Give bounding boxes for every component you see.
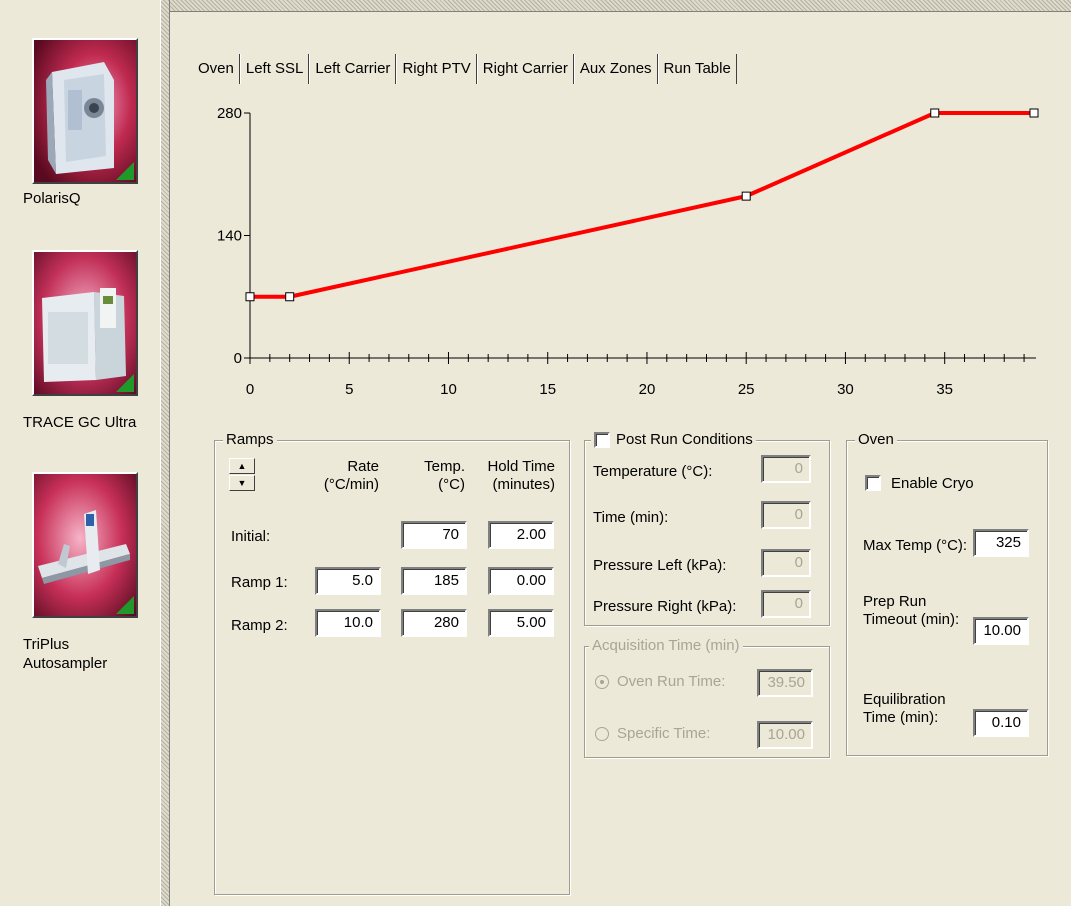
post-run-header: Post Run Conditions [591,430,756,450]
chart-series [245,108,1039,302]
acquisition-time-title: Acquisition Time (min) [589,636,743,656]
ramps-group: Ramps ▲ ▼ Rate (°C/min) Temp. (°C) Hold Ti… [214,430,570,895]
instrument-label-trace-gc-ultra: TRACE GC Ultra [23,414,137,431]
instrument-sidebar: PolarisQ TRACE GC Ultra TriPlus Autosamp… [0,0,160,906]
data-point-marker [930,108,940,118]
data-point-marker [741,191,751,201]
acquisition-time-group: Acquisition Time (min) Oven Run Time: 39… [584,636,830,758]
max-temp-label: Max Temp (°C): [863,537,968,554]
tab-right-ptv[interactable]: Right PTV [396,54,477,84]
top-border [170,0,1071,12]
oven-settings-title: Oven [855,430,897,450]
temp-column-header: Temp. (°C) [424,458,465,493]
trace-gc-picture [34,252,136,394]
post-run-time-field[interactable]: 0 [761,501,811,529]
ramp1-rate-field[interactable]: 5.0 [315,567,381,595]
chart-axes: 0 140 280 0 5 10 15 20 25 30 35 [217,105,1036,398]
x-tick-label: 0 [246,381,254,398]
instrument-triplus-autosampler[interactable]: TriPlus Autosampler [0,460,160,690]
polarisq-picture [34,40,136,182]
equilibration-time-field[interactable]: 0.10 [973,709,1029,737]
post-run-temperature-field[interactable]: 0 [761,455,811,483]
tab-left-carrier[interactable]: Left Carrier [309,54,397,84]
status-indicator-icon [116,596,134,614]
prep-run-timeout-field[interactable]: 10.00 [973,617,1029,645]
ramp2-rate-field[interactable]: 10.0 [315,609,381,637]
post-run-pressure-right-field[interactable]: 0 [761,590,811,618]
post-run-pressure-left-field[interactable]: 0 [761,549,811,577]
x-tick-label: 15 [539,381,556,398]
ramp2-hold-field[interactable]: 5.00 [488,609,554,637]
polarisq-image[interactable] [32,38,138,184]
tab-bar: Oven Left SSL Left Carrier Right PTV Rig… [196,54,737,84]
x-tick-label: 5 [345,381,353,398]
x-tick-label: 20 [639,381,656,398]
ramp-row-label: Ramp 1: [231,574,288,591]
y-tick-label: 140 [217,228,242,245]
instrument-trace-gc-ultra[interactable]: TRACE GC Ultra [0,240,160,450]
x-tick-label: 10 [440,381,457,398]
pressure-right-label: Pressure Right (kPa): [593,598,737,615]
ramp2-temp-field[interactable]: 280 [401,609,467,637]
spin-up-button[interactable]: ▲ [229,458,255,474]
status-indicator-icon [116,374,134,392]
ramp1-temp-field[interactable]: 185 [401,567,467,595]
specific-time-field[interactable]: 10.00 [757,721,813,749]
instrument-label-triplus: TriPlus Autosampler [23,636,108,672]
data-point-marker [285,292,295,302]
hold-time-column-header: Hold Time (minutes) [487,458,555,493]
spin-down-button[interactable]: ▼ [229,475,255,491]
ramp-row-label: Ramp 2: [231,617,288,634]
ramp1-hold-field[interactable]: 0.00 [488,567,554,595]
triplus-picture [34,474,136,616]
instrument-label-polarisq: PolarisQ [23,190,81,207]
equilibration-time-label: Equilibration Time (min): [863,691,946,726]
specific-time-radio[interactable] [595,727,609,741]
data-point-marker [1029,108,1039,118]
tab-left-ssl[interactable]: Left SSL [239,54,310,84]
y-tick-label: 0 [234,350,242,367]
time-label: Time (min): [593,509,669,526]
enable-cryo-label: Enable Cryo [891,475,974,492]
status-indicator-icon [116,162,134,180]
tab-oven[interactable]: Oven [196,54,240,84]
ramp-row-label: Initial: [231,528,271,545]
enable-cryo-checkbox[interactable] [865,475,881,491]
x-tick-label: 30 [837,381,854,398]
tab-run-table[interactable]: Run Table [657,54,737,84]
ramps-title: Ramps [223,430,277,450]
triplus-image[interactable] [32,472,138,618]
pane-splitter[interactable] [160,0,170,906]
specific-time-label: Specific Time: [617,725,711,742]
rate-column-header: Rate (°C/min) [323,458,379,493]
post-run-checkbox[interactable] [594,432,610,448]
oven-run-time-radio[interactable] [595,675,609,689]
initial-temp-field[interactable]: 70 [401,521,467,549]
pressure-left-label: Pressure Left (kPa): [593,557,727,574]
oven-run-time-label: Oven Run Time: [617,673,726,690]
trace-gc-ultra-image[interactable] [32,250,138,396]
tab-right-carrier[interactable]: Right Carrier [476,54,574,84]
oven-settings-group: Oven Enable Cryo Max Temp (°C): 325 Prep… [846,430,1048,756]
y-tick-label: 280 [217,105,242,122]
post-run-title: Post Run Conditions [616,431,753,448]
instrument-polarisq[interactable]: PolarisQ [0,0,160,230]
post-run-group: Post Run Conditions Temperature (°C): 0 … [584,430,830,626]
initial-hold-field[interactable]: 2.00 [488,521,554,549]
x-tick-label: 25 [738,381,755,398]
temperature-profile-line [250,111,1034,299]
prep-run-timeout-label: Prep Run Timeout (min): [863,593,960,628]
max-temp-field[interactable]: 325 [973,529,1029,557]
oven-run-time-field[interactable]: 39.50 [757,669,813,697]
x-tick-label: 35 [936,381,953,398]
data-point-marker [245,292,255,302]
temperature-label: Temperature (°C): [593,463,713,480]
oven-temperature-chart: 0 140 280 0 5 10 15 20 25 30 35 [217,105,1039,398]
tab-aux-zones[interactable]: Aux Zones [573,54,658,84]
